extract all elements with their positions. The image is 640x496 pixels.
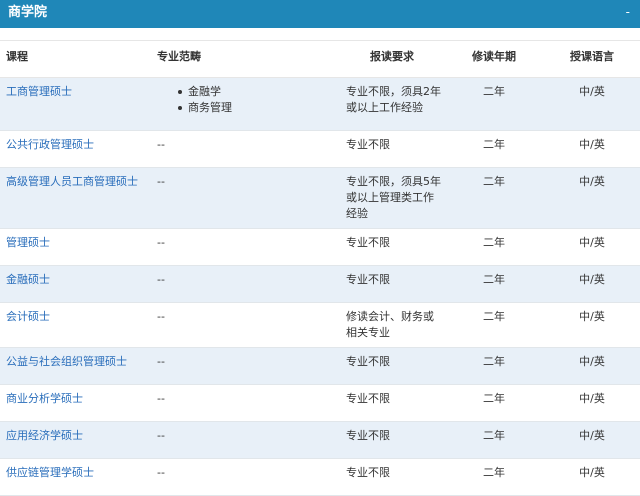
scope-list: 金融学 商务管理 [157,84,332,116]
requirement-cell: 修读会计、财务或 相关专业 [346,309,446,341]
years-cell: 二年 [483,85,505,98]
scope-cell: -- [157,392,165,405]
requirement-line: 专业不限 [346,355,390,368]
table-row: 会计硕士 -- 修读会计、财务或 相关专业 二年 中/英 [0,303,640,348]
years-cell: 二年 [483,355,505,368]
years-cell: 二年 [483,466,505,479]
course-link[interactable]: 工商管理硕士 [6,84,146,100]
column-header-scope: 专业范畴 [157,50,201,63]
years-cell: 二年 [483,310,505,323]
course-link[interactable]: 管理硕士 [6,235,146,251]
course-link[interactable]: 商业分析学硕士 [6,391,146,407]
language-cell: 中/英 [579,392,605,405]
years-cell: 二年 [483,175,505,188]
language-cell: 中/英 [579,355,605,368]
requirement-line: 专业不限 [346,392,390,405]
requirement-line: 专业不限，须具2年 [346,85,441,98]
scope-cell: -- [157,138,165,151]
requirement-line: 或以上管理类工作 [346,191,434,204]
course-link[interactable]: 公共行政管理硕士 [6,137,146,153]
requirement-line: 专业不限 [346,236,390,249]
scope-cell: -- [157,310,165,323]
table-row: 高级管理人员工商管理硕士 -- 专业不限，须具5年 或以上管理类工作 经验 二年… [0,168,640,229]
language-cell: 中/英 [579,236,605,249]
years-cell: 二年 [483,236,505,249]
requirement-cell: 专业不限 [346,465,446,481]
course-link[interactable]: 应用经济学硕士 [6,428,146,444]
table-row: 管理硕士 -- 专业不限 二年 中/英 [0,229,640,266]
course-link[interactable]: 供应链管理学硕士 [6,465,146,481]
requirement-line: 相关专业 [346,326,390,339]
course-link[interactable]: 高级管理人员工商管理硕士 [6,174,146,190]
requirement-line: 专业不限 [346,273,390,286]
requirement-line: 或以上工作经验 [346,101,423,114]
requirement-line: 专业不限 [346,429,390,442]
requirement-cell: 专业不限 [346,391,446,407]
table-row: 应用经济学硕士 -- 专业不限 二年 中/英 [0,422,640,459]
requirement-cell: 专业不限 [346,428,446,444]
requirement-cell: 专业不限 [346,354,446,370]
requirement-line: 经验 [346,207,368,220]
years-cell: 二年 [483,392,505,405]
column-header-requirement: 报读要求 [370,50,414,63]
table-row: 供应链管理学硕士 -- 专业不限 二年 中/英 [0,459,640,496]
language-cell: 中/英 [579,466,605,479]
requirement-cell: 专业不限 [346,272,446,288]
scope-cell: -- [157,236,165,249]
years-cell: 二年 [483,138,505,151]
table-row: 工商管理硕士 金融学 商务管理 专业不限，须具2年 或以上工作经验 二年 中/英 [0,78,640,131]
table-header-row: 课程 专业范畴 报读要求 修读年期 授课语言 [0,40,640,78]
table-row: 公共行政管理硕士 -- 专业不限 二年 中/英 [0,131,640,168]
requirement-line: 专业不限，须具5年 [346,175,441,188]
requirement-cell: 专业不限 [346,235,446,251]
scope-cell: 金融学 商务管理 [157,84,332,116]
table-row: 公益与社会组织管理硕士 -- 专业不限 二年 中/英 [0,348,640,385]
section-header[interactable]: 商学院 - [0,0,640,28]
course-link[interactable]: 公益与社会组织管理硕士 [6,354,146,370]
collapse-icon[interactable]: - [626,4,630,20]
scope-cell: -- [157,429,165,442]
section-title: 商学院 [8,5,48,20]
requirement-cell: 专业不限，须具2年 或以上工作经验 [346,84,446,116]
requirement-line: 修读会计、财务或 [346,310,434,323]
language-cell: 中/英 [579,310,605,323]
language-cell: 中/英 [579,85,605,98]
requirement-line: 专业不限 [346,466,390,479]
table-row: 商业分析学硕士 -- 专业不限 二年 中/英 [0,385,640,422]
years-cell: 二年 [483,273,505,286]
language-cell: 中/英 [579,175,605,188]
course-link[interactable]: 会计硕士 [6,309,146,325]
column-header-course: 课程 [6,50,28,63]
scope-cell: -- [157,273,165,286]
column-header-years: 修读年期 [472,50,516,63]
years-cell: 二年 [483,429,505,442]
course-link[interactable]: 金融硕士 [6,272,146,288]
column-header-language: 授课语言 [570,50,614,63]
requirement-cell: 专业不限 [346,137,446,153]
language-cell: 中/英 [579,429,605,442]
requirement-line: 专业不限 [346,138,390,151]
language-cell: 中/英 [579,138,605,151]
scope-cell: -- [157,175,165,188]
table-row: 金融硕士 -- 专业不限 二年 中/英 [0,266,640,303]
programs-table: 课程 专业范畴 报读要求 修读年期 授课语言 工商管理硕士 金融学 商务管理 专… [0,40,640,496]
scope-cell: -- [157,466,165,479]
scope-item: 商务管理 [176,100,351,116]
requirement-cell: 专业不限，须具5年 或以上管理类工作 经验 [346,174,446,222]
scope-item: 金融学 [176,84,351,100]
language-cell: 中/英 [579,273,605,286]
scope-cell: -- [157,355,165,368]
